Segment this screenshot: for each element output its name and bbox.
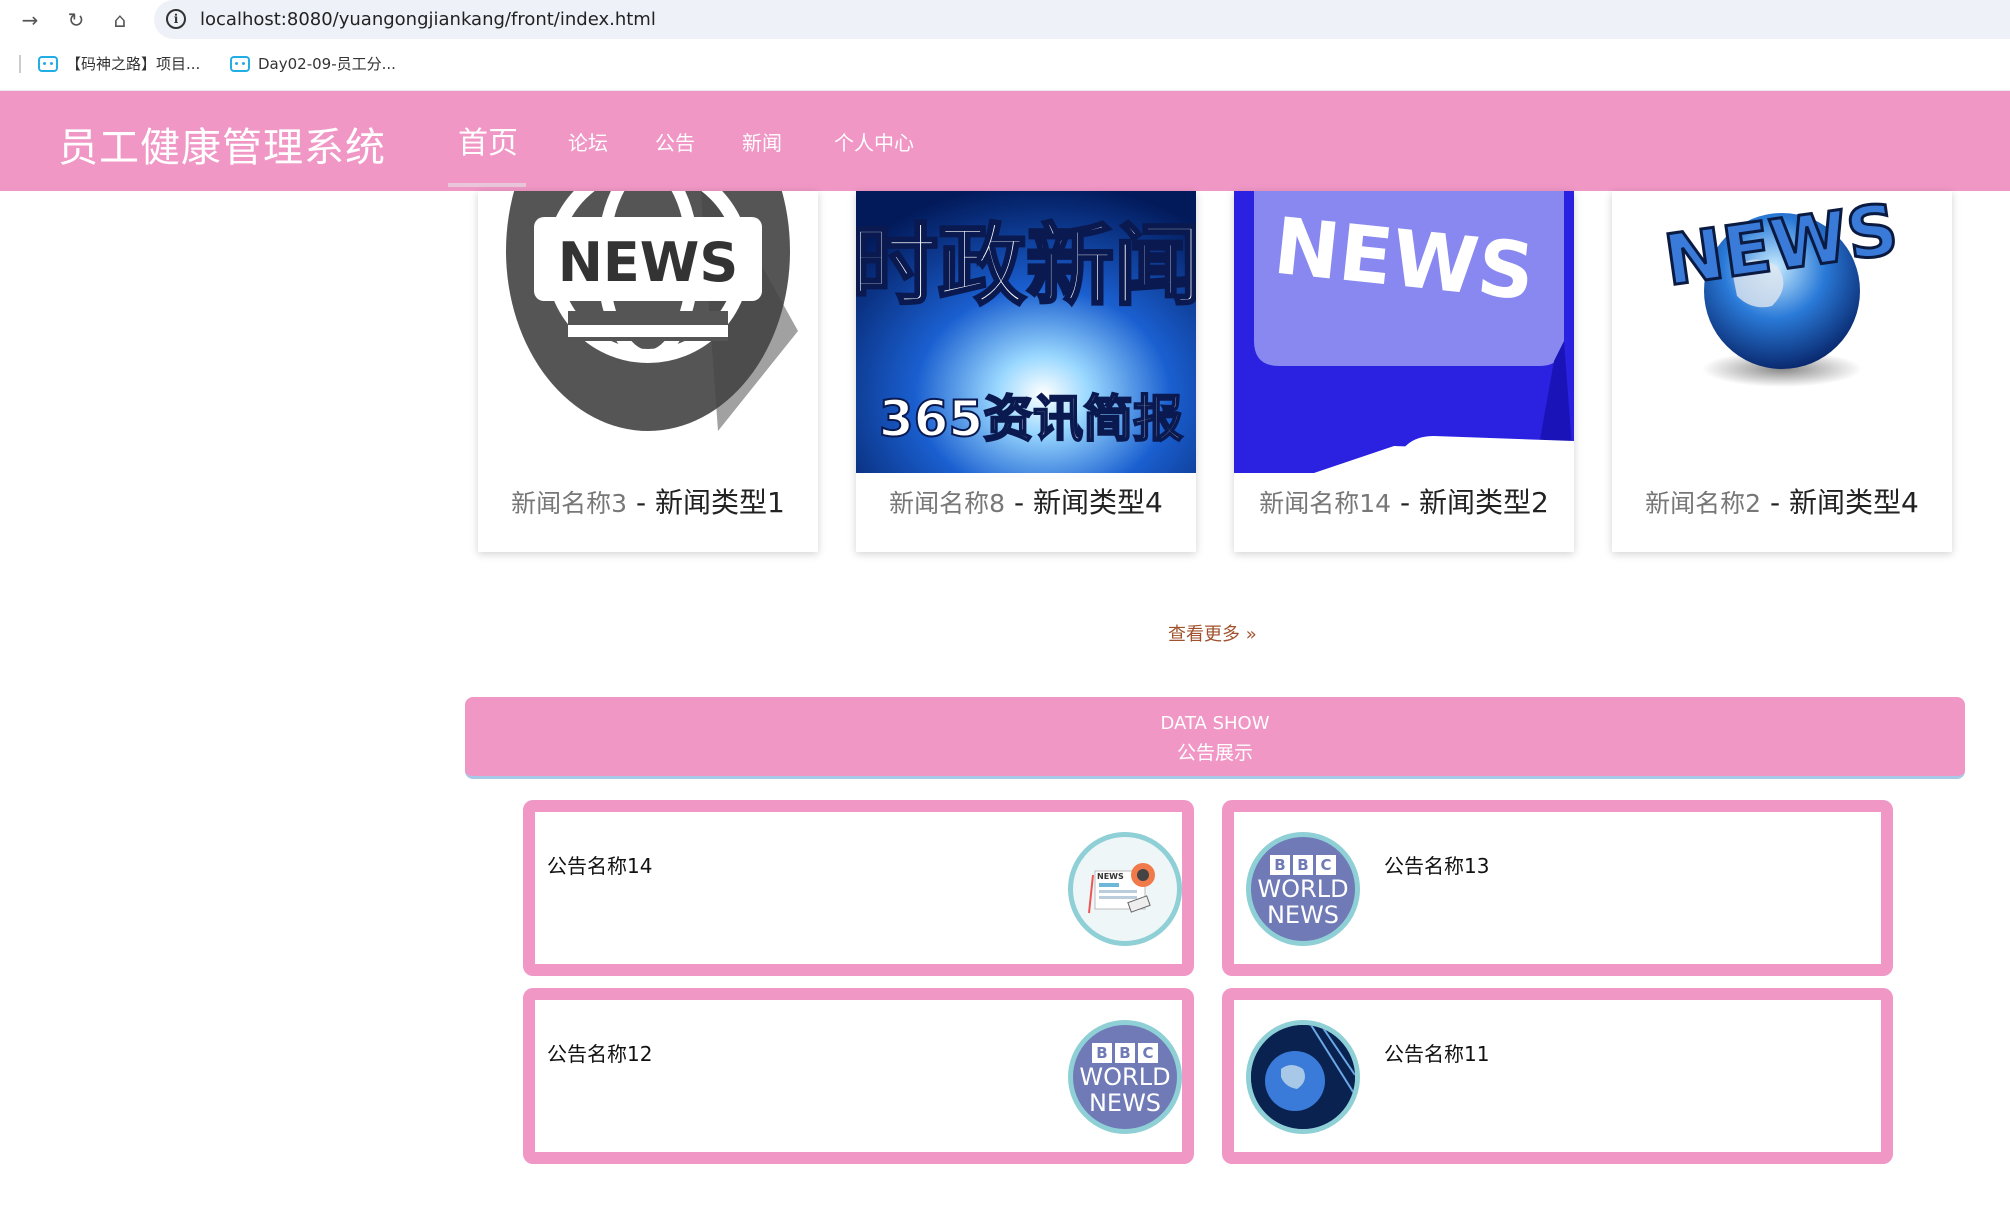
news-card-image: NEWS — [1612, 191, 1952, 473]
bbc-world-news-logo: B B C WORLD NEWS — [1246, 832, 1360, 946]
bbc-letter: C — [1138, 1043, 1158, 1063]
caption-dash: - — [1399, 486, 1419, 519]
nav-active-indicator — [448, 183, 526, 187]
caption-dash: - — [1769, 486, 1789, 519]
card-image-text: NEWS — [558, 231, 739, 294]
bbc-letter: B — [1092, 1043, 1112, 1063]
nav-news[interactable]: 新闻 — [742, 127, 782, 156]
reload-icon[interactable]: ↻ — [62, 6, 90, 34]
news-type: 新闻类型2 — [1418, 486, 1549, 519]
bookmark-item[interactable]: 【码神之路】项目... — [38, 53, 200, 74]
browser-address-bar: → ↻ ⌂ i localhost:8080/yuangongjiankang/… — [0, 0, 2010, 39]
caption-dash: - — [635, 486, 655, 519]
newspaper-icon: NEWS — [1068, 832, 1182, 946]
newspaper-icon-text: NEWS — [1097, 872, 1124, 881]
bookmark-label: Day02-09-员工分... — [258, 55, 396, 73]
news-card[interactable]: NEWS 新闻名称3 - 新闻类型1 — [478, 191, 818, 552]
banner-subtitle-en: DATA SHOW — [1160, 713, 1270, 734]
bbc-letter: C — [1316, 855, 1336, 875]
notice-title: 公告名称12 — [547, 1042, 653, 1066]
news-card-caption: 新闻名称2 - 新闻类型4 — [1612, 481, 1952, 521]
nav-forum[interactable]: 论坛 — [568, 127, 608, 156]
news-name: 新闻名称3 — [511, 489, 628, 518]
news-name: 新闻名称14 — [1259, 489, 1392, 518]
news-card-caption: 新闻名称3 - 新闻类型1 — [478, 481, 818, 521]
news-card[interactable]: 时政新闻 365资讯简报 新闻名称8 - 新闻类型4 — [856, 191, 1196, 552]
news-card[interactable]: NEWS 新闻名称2 - 新闻类型4 — [1612, 191, 1952, 552]
news-card[interactable]: NEWS 新闻名称14 - 新闻类型2 — [1234, 191, 1574, 552]
view-more-link[interactable]: 查看更多 » — [1168, 620, 1257, 646]
bookmark-item[interactable]: Day02-09-员工分... — [230, 53, 396, 74]
view-more-label: 查看更多 — [1168, 624, 1240, 645]
back-icon[interactable]: → — [16, 6, 44, 34]
site-info-icon[interactable]: i — [166, 9, 186, 29]
bilibili-icon — [38, 55, 58, 72]
bbc-letter: B — [1115, 1043, 1135, 1063]
card-image-text: 365资讯简报 — [879, 390, 1183, 448]
bbc-letter: B — [1270, 855, 1290, 875]
notice-title: 公告名称13 — [1384, 854, 1490, 878]
news-card-image: NEWS — [478, 191, 818, 473]
data-show-banner: DATA SHOW 公告展示 — [465, 697, 1965, 779]
news-name: 新闻名称8 — [889, 489, 1006, 518]
bbc-world-text: WORLD — [1257, 875, 1349, 903]
news-card-image: NEWS — [1234, 191, 1574, 473]
globe-tech-image — [1246, 1020, 1360, 1134]
site-brand[interactable]: 员工健康管理系统 — [58, 115, 386, 173]
card-image-text: 时政新闻 — [856, 214, 1196, 317]
bookmarks-bar: 【码神之路】项目... Day02-09-员工分... — [0, 39, 2010, 91]
notice-card[interactable]: 公告名称12 B B C WORLD NEWS — [523, 988, 1194, 1164]
bbc-world-news-logo: B B C WORLD NEWS — [1068, 1020, 1182, 1134]
url-text[interactable]: localhost:8080/yuangongjiankang/front/in… — [200, 9, 656, 30]
bbc-world-text: WORLD — [1079, 1063, 1171, 1091]
news-card-caption: 新闻名称14 - 新闻类型2 — [1234, 481, 1574, 521]
bbc-news-text: NEWS — [1088, 1089, 1162, 1117]
nav-personal-center[interactable]: 个人中心 — [834, 127, 914, 156]
bookmark-separator — [19, 55, 21, 73]
news-card-image: 时政新闻 365资讯简报 — [856, 191, 1196, 473]
site-header: 员工健康管理系统 首页 论坛 公告 新闻 个人中心 — [0, 91, 2010, 191]
notice-card[interactable]: 公告名称14 NEWS — [523, 800, 1194, 976]
news-type: 新闻类型4 — [1789, 486, 1919, 519]
bilibili-icon — [230, 55, 250, 72]
news-type: 新闻类型1 — [655, 486, 785, 519]
nav-home[interactable]: 首页 — [458, 118, 518, 162]
banner-title-zh: 公告展示 — [1176, 742, 1253, 764]
news-name: 新闻名称2 — [1645, 489, 1762, 518]
double-chevron-right-icon: » — [1245, 624, 1257, 645]
bbc-news-text: NEWS — [1266, 901, 1340, 929]
notice-card[interactable]: B B C WORLD NEWS 公告名称13 — [1222, 800, 1893, 976]
news-type: 新闻类型4 — [1033, 486, 1163, 519]
notice-title: 公告名称14 — [547, 854, 653, 878]
notice-title: 公告名称11 — [1384, 1042, 1490, 1066]
bbc-letter: B — [1293, 855, 1313, 875]
caption-dash: - — [1013, 486, 1033, 519]
notice-card[interactable]: 公告名称11 — [1222, 988, 1893, 1164]
nav-notice[interactable]: 公告 — [655, 127, 695, 156]
news-card-caption: 新闻名称8 - 新闻类型4 — [856, 481, 1196, 521]
home-icon[interactable]: ⌂ — [106, 6, 134, 34]
bookmark-label: 【码神之路】项目... — [66, 55, 201, 73]
